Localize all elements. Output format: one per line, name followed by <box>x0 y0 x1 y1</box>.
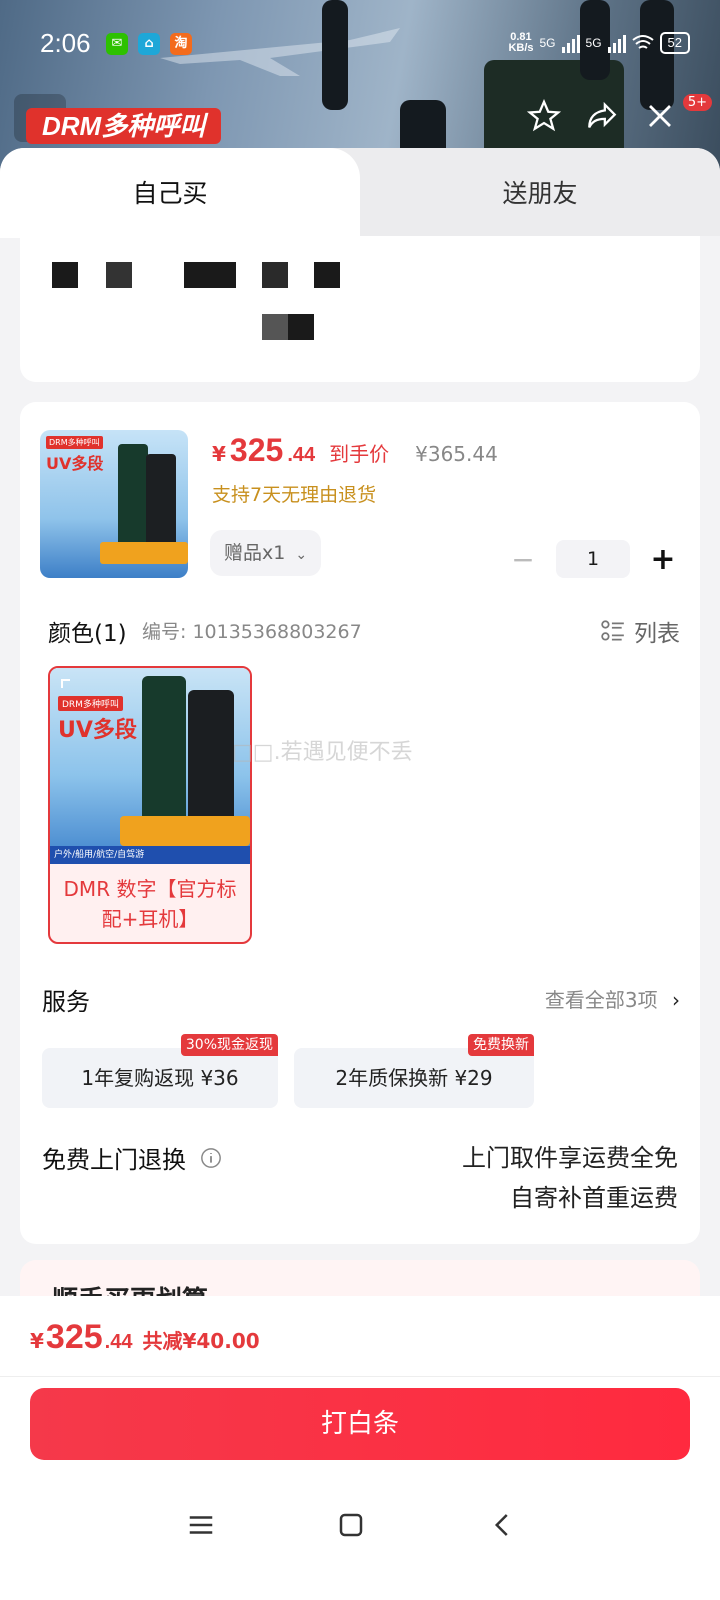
redacted-text <box>314 262 340 288</box>
product-code: 编号: 10135368803267 <box>142 621 362 643</box>
tab-buy-for-self[interactable]: 自己买 <box>0 148 360 238</box>
free-return-label: 免费上门退换 <box>42 1146 186 1174</box>
service-chip-label: 2年质保换新 ¥29 <box>335 1066 493 1090</box>
share-icon[interactable] <box>582 96 622 136</box>
radio-graphic <box>188 690 234 836</box>
sku-tag: DRM多种呼叫 <box>58 696 123 711</box>
quantity-stepper: − 1 + <box>506 540 680 578</box>
free-return-details: 上门取件享运费全免 自寄补首重运费 <box>462 1138 678 1218</box>
stand-graphic <box>100 542 188 564</box>
free-return-title: 免费上门退换 <box>42 1140 222 1175</box>
signal-label: 5G <box>585 36 602 50</box>
total-price: ¥ 325 .44 共减¥40.00 <box>30 1318 260 1357</box>
divider <box>0 1376 720 1377</box>
product-image: DRM多种呼叫 UV多段 <box>40 430 188 578</box>
product-card: DRM多种呼叫 UV多段 ¥ 325 .44 到手价 ¥365.44 支持7天无… <box>20 402 700 1244</box>
top-actions <box>524 96 680 136</box>
product-thumbnail[interactable]: DRM多种呼叫 UV多段 <box>40 430 188 578</box>
redacted-text <box>288 314 314 340</box>
network-speed: 0.81 KB/s <box>508 31 534 54</box>
price-integer: 325 <box>229 432 284 468</box>
service-chip-cashback[interactable]: 1年复购返现 ¥36 30%现金返现 <box>42 1034 278 1108</box>
mijia-icon: ⌂ <box>138 33 160 55</box>
signal-icon <box>607 33 626 53</box>
checkout-bar: ¥ 325 .44 共减¥40.00 打白条 <box>0 1296 720 1600</box>
final-price-label: 到手价 <box>329 442 390 466</box>
taobao-icon: 淘 <box>170 33 192 55</box>
increase-button[interactable]: + <box>646 542 680 577</box>
address-card[interactable] <box>20 236 700 382</box>
currency-symbol: ¥ <box>212 442 226 466</box>
purchase-sheet: 自己买 送朋友 DRM多种呼叫 UV多段 ¥ 325 .44 到手价 ¥365.… <box>0 148 720 1318</box>
original-price: ¥365.44 <box>415 442 498 466</box>
redacted-text <box>52 262 78 288</box>
gift-selector[interactable]: 赠品x1 ⌄ <box>210 530 322 576</box>
status-bar: 2:06 ✉ ⌂ 淘 0.81 KB/s 5G 5G 52 <box>0 0 720 90</box>
price-integer: 325 <box>45 1318 103 1356</box>
list-label: 列表 <box>634 621 680 647</box>
cart-badge: 5+ <box>682 94 712 111</box>
total-saving: 共减¥40.00 <box>142 1329 260 1353</box>
redacted-text <box>184 262 236 288</box>
battery-indicator: 52 <box>659 32 690 54</box>
radio-graphic <box>142 676 186 836</box>
list-view-toggle[interactable]: 列表 <box>600 614 680 648</box>
view-all-services-link[interactable]: 查看全部3项 › <box>545 984 680 1013</box>
wifi-icon <box>631 35 654 49</box>
price-row: ¥ 325 .44 到手价 ¥365.44 <box>212 432 498 469</box>
price-decimal: .44 <box>104 1331 133 1353</box>
service-badge: 免费换新 <box>468 1034 534 1056</box>
color-title: 颜色(1) <box>48 621 127 647</box>
home-icon[interactable] <box>336 1510 366 1540</box>
signal-label: 5G <box>539 36 556 50</box>
chevron-down-icon: ⌄ <box>295 547 308 563</box>
back-icon[interactable] <box>488 1510 518 1540</box>
banner-tag: DRM多种呼叫 <box>26 108 222 144</box>
thumb-title: UV多段 <box>46 454 104 473</box>
list-icon <box>601 620 624 641</box>
service-chip-label: 1年复购返现 ¥36 <box>81 1066 239 1090</box>
stand-graphic <box>120 816 250 846</box>
sku-image: DRM多种呼叫 UV多段 户外/船用/航空/自驾游 <box>50 668 250 864</box>
thumb-tag: DRM多种呼叫 <box>46 436 103 449</box>
quantity-input[interactable]: 1 <box>556 540 630 578</box>
wechat-icon: ✉ <box>106 33 128 55</box>
price-decimal: .44 <box>287 444 316 466</box>
tab-bar: 自己买 送朋友 <box>0 148 720 238</box>
redacted-text <box>106 262 132 288</box>
sku-bottom-text: 户外/船用/航空/自驾游 <box>50 846 250 864</box>
favorite-star-icon[interactable] <box>524 96 564 136</box>
sku-label: DMR 数字【官方标配+耳机】 <box>63 877 237 931</box>
redacted-text <box>262 314 288 340</box>
sku-title: UV多段 <box>58 718 137 743</box>
return-policy: 支持7天无理由退货 <box>212 484 377 506</box>
system-nav-bar <box>0 1496 720 1556</box>
services-header: 服务 查看全部3项 › <box>42 982 680 1018</box>
signal-icon <box>561 33 580 53</box>
service-chip-warranty[interactable]: 2年质保换新 ¥29 免费换新 <box>294 1034 534 1108</box>
free-return-line: 上门取件享运费全免 <box>462 1144 678 1172</box>
menu-icon[interactable] <box>186 1510 216 1540</box>
view-all-label: 查看全部3项 <box>544 988 658 1012</box>
color-header: 颜色(1) 编号: 10135368803267 列表 <box>48 614 680 648</box>
tab-gift-to-friend[interactable]: 送朋友 <box>360 174 720 210</box>
info-icon[interactable] <box>200 1147 222 1169</box>
gift-label: 赠品x1 <box>224 542 286 564</box>
clock: 2:06 <box>40 28 91 58</box>
radio-graphic <box>146 454 176 554</box>
currency-symbol: ¥ <box>30 1329 44 1353</box>
sku-option-selected[interactable]: DRM多种呼叫 UV多段 户外/船用/航空/自驾游 DMR 数字【官方标配+耳机… <box>48 666 252 944</box>
services-title: 服务 <box>42 988 90 1016</box>
radio-graphic <box>118 444 148 554</box>
service-badge: 30%现金返现 <box>180 1034 278 1056</box>
tab-label: 自己买 <box>132 179 208 208</box>
watermark-text: □□.若遇见便不丢 <box>232 740 413 765</box>
status-indicators: 0.81 KB/s 5G 5G 52 <box>508 32 690 54</box>
close-icon[interactable] <box>640 96 680 136</box>
chevron-right-icon: › <box>672 988 680 1012</box>
decrease-button[interactable]: − <box>506 543 540 576</box>
pay-button[interactable]: 打白条 <box>30 1388 690 1460</box>
free-return-line: 自寄补首重运费 <box>510 1184 678 1212</box>
redacted-text <box>262 262 288 288</box>
